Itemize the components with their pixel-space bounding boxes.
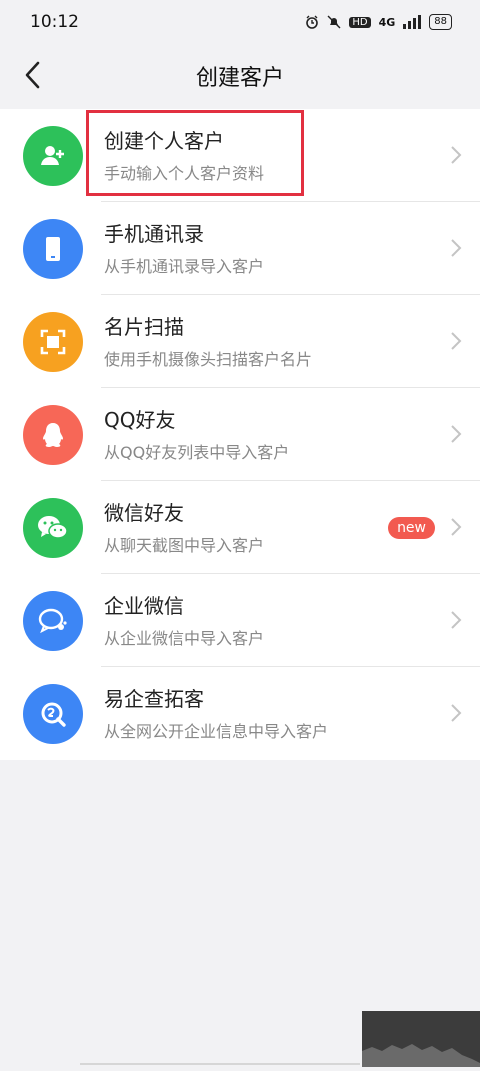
chevron-right-icon [451,332,462,350]
wechat-icon [23,497,83,558]
search-company-icon [23,683,83,744]
list-item-card-scan[interactable]: 名片扫描 使用手机摄像头扫描客户名片 [0,295,480,388]
item-subtitle: 从全网公开企业信息中导入客户 [104,721,329,741]
signal-icon [403,15,422,29]
chevron-right-icon [451,518,462,536]
list-item-create-personal-customer[interactable]: 创建个人客户 手动输入个人客户资料 [0,109,480,202]
back-button[interactable] [18,60,48,90]
status-icons: HD 4G 88 [305,14,452,30]
phone-icon [23,218,83,279]
status-bar: 10:12 HD 4G 88 [0,0,480,44]
status-time: 10:12 [30,12,79,32]
item-title: QQ好友 [104,407,176,432]
new-badge: new [388,517,435,539]
chevron-right-icon [451,425,462,443]
item-title: 创建个人客户 [104,128,224,153]
item-subtitle: 从手机通讯录导入客户 [104,256,265,276]
list-item-work-wechat[interactable]: 企业微信 从企业微信中导入客户 [0,574,480,667]
chevron-right-icon [451,146,462,164]
item-subtitle: 使用手机摄像头扫描客户名片 [104,349,313,369]
import-options-list: 创建个人客户 手动输入个人客户资料 手机通讯录 从手机通讯录导入客户 名片扫描 … [0,109,480,760]
qq-penguin-icon [23,404,83,465]
item-title: 易企查拓客 [104,686,204,711]
thumbnail-overlay [362,1011,480,1067]
chevron-left-icon [25,61,40,89]
gesture-bar [80,1063,360,1065]
page-title: 创建客户 [195,66,284,91]
chevron-right-icon [451,611,462,629]
list-item-wechat-friends[interactable]: 微信好友 从聊天截图中导入客户 new [0,481,480,574]
item-title: 微信好友 [104,500,184,525]
alarm-icon [306,15,319,29]
hd-badge: HD [349,16,371,28]
scan-icon [23,311,83,372]
chevron-right-icon [451,239,462,257]
add-person-icon [23,125,83,186]
item-title: 企业微信 [104,593,184,618]
battery-icon: 88 [429,14,452,30]
item-subtitle: 从QQ好友列表中导入客户 [104,442,290,462]
list-item-phone-contacts[interactable]: 手机通讯录 从手机通讯录导入客户 [0,202,480,295]
item-subtitle: 手动输入个人客户资料 [104,163,265,183]
list-item-company-search[interactable]: 易企查拓客 从全网公开企业信息中导入客户 [0,667,480,760]
item-subtitle: 从企业微信中导入客户 [104,628,265,648]
list-item-qq-friends[interactable]: QQ好友 从QQ好友列表中导入客户 [0,388,480,481]
item-subtitle: 从聊天截图中导入客户 [104,535,265,555]
work-wechat-icon [23,590,83,651]
chevron-right-icon [451,704,462,722]
top-bar: 创建客户 [0,44,480,108]
network-type: 4G [378,15,396,29]
item-title: 手机通讯录 [104,221,204,246]
bell-off-icon [327,15,341,29]
item-title: 名片扫描 [104,314,184,339]
